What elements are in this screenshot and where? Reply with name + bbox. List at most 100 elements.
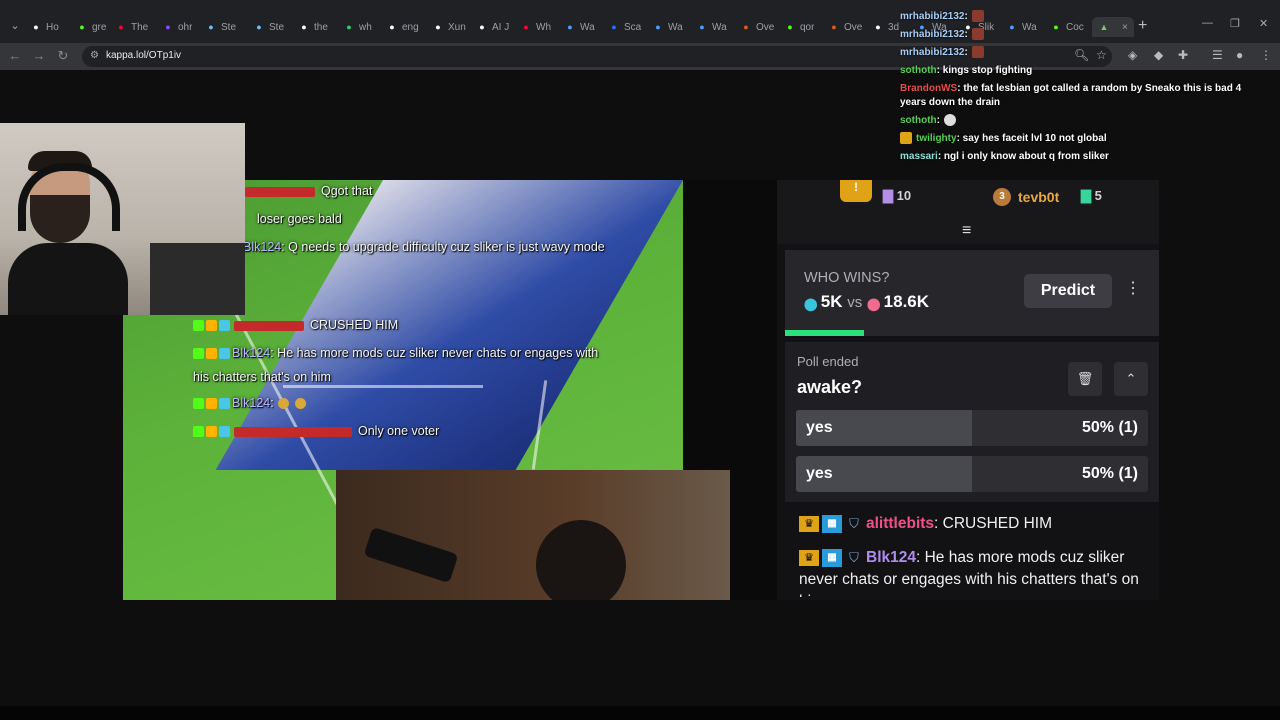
browser-tab[interactable]: ● 3d xyxy=(872,17,899,37)
twitch-chat-username: sothoth xyxy=(900,115,937,126)
emote-icon xyxy=(944,114,956,127)
steam-icon: ● xyxy=(256,22,262,32)
overlay-chat-text: Qgot that xyxy=(321,184,373,198)
pitch-line xyxy=(283,385,483,388)
gift-leaderboard: ! ▇ 10 3 tevb0t ▇ 5 ≡ xyxy=(777,180,1159,244)
overlay-chat-username: Blk124 xyxy=(232,396,271,410)
browser-tab[interactable]: ● AI J xyxy=(476,17,509,37)
browser-tab[interactable]: ● Ho xyxy=(30,17,59,37)
browser-tab[interactable]: ● the xyxy=(298,17,328,37)
blue-outcome-icon: ⬤ xyxy=(804,296,818,311)
browser-tab[interactable]: ● Sca xyxy=(608,17,641,37)
browser-tab[interactable]: ● Ste xyxy=(205,17,236,37)
browser-tab[interactable]: ● Xun xyxy=(432,17,466,37)
browser-tab[interactable]: ● gre xyxy=(76,17,106,37)
browser-tab[interactable]: ● eng xyxy=(386,17,418,37)
prediction-vs: vs xyxy=(847,294,863,311)
chat-badge-icon xyxy=(193,320,204,332)
chat-username[interactable]: Blk124 xyxy=(866,549,916,566)
x-icon: ● xyxy=(479,22,485,32)
chat-message: ♛ ▦ ⛉ Blk124: He has more mods cuz sliker n… xyxy=(799,547,1144,597)
more-options-icon[interactable]: ⋮ xyxy=(1125,278,1141,298)
tab-label: Xun xyxy=(448,21,466,33)
google-icon: ● xyxy=(389,22,395,32)
browser-tab[interactable]: ● The xyxy=(115,17,148,37)
tab-label: Ho xyxy=(46,21,59,33)
gift-icon: ▇ xyxy=(1081,188,1091,203)
site-info-icon[interactable]: ⚙ xyxy=(90,50,102,62)
browser-tab[interactable]: ● Wa xyxy=(652,17,682,37)
prediction-left-votes: 5K xyxy=(820,292,843,311)
twitch-chat-line: twilighty: say hes faceit lvl 10 not glo… xyxy=(900,132,1270,146)
prediction-right-votes: 18.6K xyxy=(883,292,930,311)
browser-tab[interactable]: ● qor xyxy=(784,17,814,37)
stream-side-panel: ! ▇ 10 3 tevb0t ▇ 5 ≡ WHO WINS? ⬤ 5K vs … xyxy=(777,180,1159,600)
redacted-username xyxy=(234,320,304,331)
twitch-chat-username: twilighty xyxy=(916,133,957,144)
leaderboard-first-count: 10 xyxy=(896,188,912,203)
overlay-chat-text: : Q needs to upgrade difficulty cuz slik… xyxy=(281,240,605,254)
chevron-up-icon: ⌃ xyxy=(1125,371,1137,386)
twitch-chat-text: : kings stop fighting xyxy=(936,65,1033,76)
twitch-chat-username: sothoth xyxy=(900,65,937,76)
emote-icon xyxy=(294,398,306,410)
redacted-username xyxy=(234,426,352,437)
browser-tab[interactable]: ● Ste xyxy=(253,17,284,37)
shield-badge-icon: ⛉ xyxy=(849,549,859,565)
x-icon: ● xyxy=(33,22,39,32)
predict-button[interactable]: Predict xyxy=(1024,274,1112,308)
collapse-poll-button[interactable]: ⌃ xyxy=(1114,362,1148,396)
chat-badge-icon xyxy=(219,348,230,360)
trash-icon: 🗑︎ xyxy=(1076,371,1094,386)
twitch-chat-username: mrhabibi2132 xyxy=(900,47,965,58)
browser-tab[interactable]: ● Ove xyxy=(828,17,862,37)
scan-icon: ● xyxy=(611,22,617,32)
x-icon: ● xyxy=(435,22,441,32)
tab-label: Wh xyxy=(536,21,551,33)
reload-icon[interactable]: ↻ xyxy=(54,47,72,65)
browser-tab[interactable]: ● Wa xyxy=(564,17,594,37)
prediction-title: WHO WINS? xyxy=(804,270,890,286)
browser-tab[interactable]: ● Wa xyxy=(696,17,727,37)
back-icon[interactable]: ← xyxy=(6,47,24,65)
browser-tab[interactable]: ● ohr xyxy=(162,17,192,37)
forward-icon[interactable]: → xyxy=(30,47,48,65)
youtube-icon: ● xyxy=(523,22,529,32)
chat-badge-icon xyxy=(219,426,230,438)
leaderboard-third-user[interactable]: tevb0t xyxy=(1018,189,1059,205)
streamer-webcam xyxy=(0,123,245,315)
overlay-chat-text: his chatters that's on him xyxy=(193,370,331,384)
emote-icon xyxy=(277,398,289,410)
badge-icon xyxy=(900,132,912,145)
bottom-bar xyxy=(0,706,1280,720)
tab-label: gre xyxy=(92,21,107,33)
browser-tab[interactable]: ● Wh xyxy=(520,17,551,37)
chat-badge-icon xyxy=(193,398,204,410)
overlay-chat-text: loser goes bald xyxy=(257,212,342,226)
delete-poll-button[interactable]: 🗑︎ xyxy=(1068,362,1102,396)
poll-option-percent: 50% (1) xyxy=(1081,465,1138,482)
x-icon: ● xyxy=(301,22,307,32)
overlay-chat-text: : He has more mods cuz sliker never chat… xyxy=(270,346,599,360)
tab-label: wh xyxy=(359,21,372,33)
twitch-chat-text: : xyxy=(936,115,940,126)
tab-label: Ste xyxy=(269,21,285,33)
twitch-chat-username: mrhabibi2132 xyxy=(900,11,965,22)
twitch-chat-text: : ngl i only know about q from sliker xyxy=(937,151,1109,162)
leaderboard-third-count: 5 xyxy=(1094,188,1102,203)
tiktok-icon: ● xyxy=(875,22,881,32)
subscriber-badge-icon: ▦ xyxy=(822,514,842,533)
twitch-chat-line: sothoth: kings stop fighting xyxy=(900,64,1270,78)
tab-search-chevron-icon[interactable]: ⌄ xyxy=(6,17,24,35)
chat-badge-icon xyxy=(206,320,217,332)
browser-tab[interactable]: ● Ove xyxy=(740,17,774,37)
chat-username[interactable]: alittlebits xyxy=(866,515,934,532)
tab-label: qor xyxy=(800,21,815,33)
tab-label: the xyxy=(314,21,328,33)
twitch-chat-line: BrandonWS: the fat lesbian got called a … xyxy=(900,82,1270,110)
tab-label: ohr xyxy=(178,21,193,33)
crown-badge-icon: ♛ xyxy=(799,549,819,566)
collapse-filter-icon[interactable]: ≡ xyxy=(962,222,971,240)
tab-label: Wa xyxy=(712,21,727,33)
browser-tab[interactable]: ● wh xyxy=(343,17,372,37)
